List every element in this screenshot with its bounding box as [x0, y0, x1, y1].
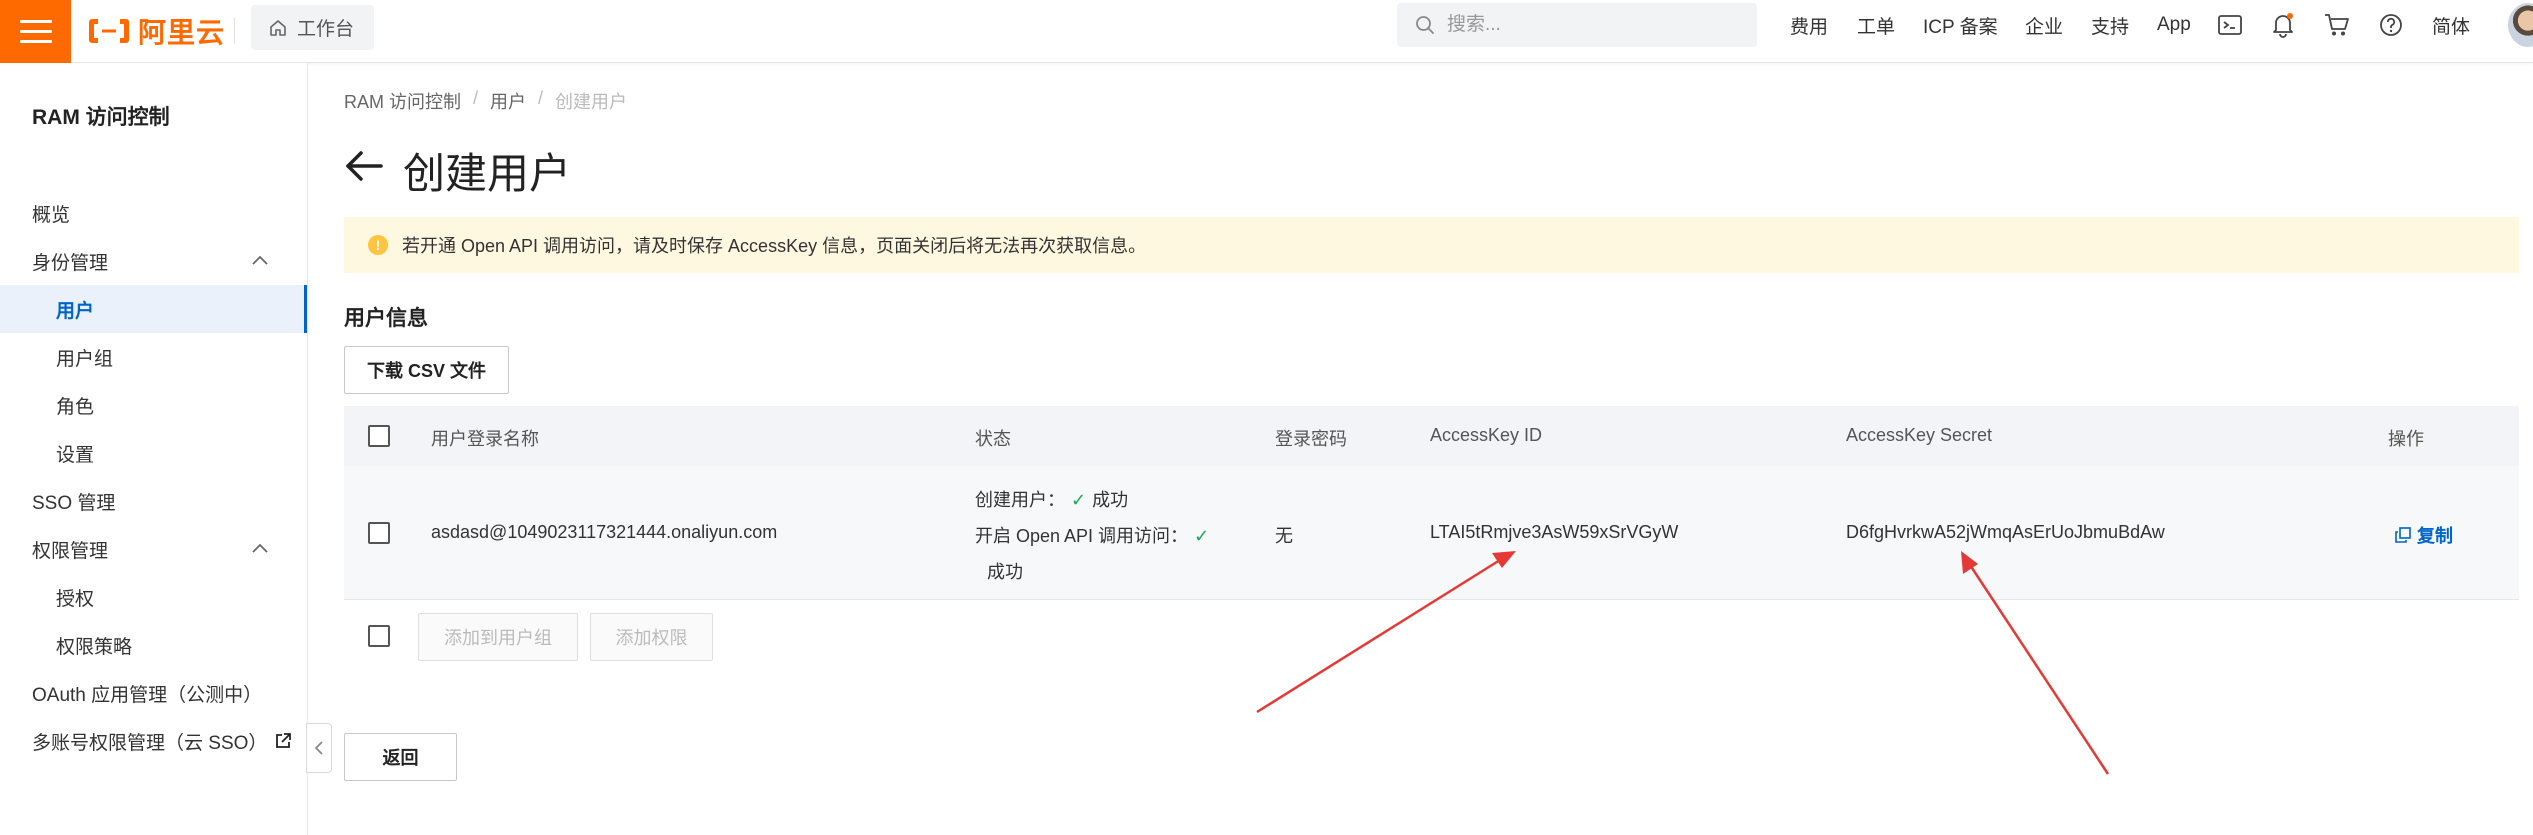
breadcrumb: RAM 访问控制 / 用户 / 创建用户 [344, 88, 627, 114]
nav-icp[interactable]: ICP 备案 [1923, 0, 1998, 50]
sidebar-item-roles[interactable]: 角色 [0, 381, 307, 429]
access-key-secret-cell: D6fgHvrkwA52jWmqAsErUoJbmuBdAw [1846, 522, 2165, 542]
sidebar-item-identity[interactable]: 身份管理 [0, 237, 307, 285]
sidebar-collapse-button[interactable] [306, 723, 332, 773]
sidebar-item-settings[interactable]: 设置 [0, 429, 307, 477]
aliyun-logo-icon [89, 19, 129, 43]
sidebar-item-users[interactable]: 用户 [0, 285, 307, 333]
sidebar-item-user-groups[interactable]: 用户组 [0, 333, 307, 381]
aliyun-logo[interactable]: 阿里云 [88, 13, 225, 49]
header-password: 登录密码 [1275, 429, 1347, 449]
copy-button[interactable]: 复制 [2395, 522, 2453, 548]
bell-icon[interactable] [2270, 12, 2296, 38]
add-to-group-button[interactable]: 添加到用户组 [418, 613, 578, 661]
header-status: 状态 [975, 429, 1011, 449]
table-header: 用户登录名称 状态 登录密码 AccessKey ID AccessKey Se… [344, 406, 2519, 466]
nav-billing[interactable]: 费用 [1790, 0, 1828, 50]
sidebar-title: RAM 访问控制 [32, 106, 170, 129]
sidebar-item-oauth[interactable]: OAuth 应用管理（公测中） [0, 669, 307, 717]
sidebar-item-sso[interactable]: SSO 管理 [0, 477, 307, 525]
sidebar-item-policies[interactable]: 权限策略 [0, 621, 307, 669]
add-permission-button[interactable]: 添加权限 [590, 613, 713, 661]
return-button[interactable]: 返回 [344, 733, 457, 781]
nav-enterprise[interactable]: 企业 [2025, 0, 2063, 50]
sidebar: RAM 访问控制 概览 身份管理 用户 用户组 角色 设置 SSO 管理 权限管… [0, 63, 308, 835]
menu-button[interactable] [0, 0, 71, 63]
help-icon[interactable] [2378, 12, 2404, 38]
sidebar-item-permissions[interactable]: 权限管理 [0, 525, 307, 573]
language-switch[interactable]: 简体 [2432, 0, 2470, 50]
alert-text: 若开通 Open API 调用访问，请及时保存 AccessKey 信息，页面关… [402, 236, 1147, 256]
nav-ticket[interactable]: 工单 [1857, 0, 1895, 50]
search-input[interactable] [1447, 14, 1727, 36]
hamburger-line [19, 30, 52, 33]
header-access-key-secret: AccessKey Secret [1846, 425, 1993, 445]
copy-icon [2395, 527, 2411, 543]
search-box[interactable] [1397, 3, 1757, 47]
table-row: asdasd@1049023117321444.onaliyun.com 创建用… [344, 466, 2519, 600]
breadcrumb-separator: / [473, 88, 479, 108]
sidebar-item-grants[interactable]: 授权 [0, 573, 307, 621]
breadcrumb-current: 创建用户 [555, 92, 628, 112]
search-icon [1416, 16, 1434, 34]
external-link-icon [276, 733, 292, 748]
header-login-name: 用户登录名称 [431, 429, 539, 449]
hamburger-line [19, 40, 52, 43]
row-checkbox[interactable] [368, 522, 390, 544]
terminal-icon[interactable] [2217, 12, 2243, 38]
status-api: 开启 Open API 调用访问： ✓ [975, 526, 1210, 546]
breadcrumb-separator: / [538, 88, 544, 108]
workbench-label: 工作台 [297, 19, 355, 40]
cart-icon[interactable] [2324, 12, 2350, 38]
breadcrumb-users[interactable]: 用户 [490, 88, 526, 114]
home-icon [270, 19, 286, 36]
access-key-id-cell: LTAI5tRmjve3AsW59xSrVGyW [1430, 522, 1679, 542]
nav-app[interactable]: App [2157, 0, 2191, 50]
chevron-up-icon [252, 543, 268, 553]
password-cell: 无 [1275, 526, 1293, 546]
page-title: 创建用户 [403, 150, 572, 197]
sidebar-item-overview[interactable]: 概览 [0, 189, 307, 237]
select-all-checkbox[interactable] [368, 425, 390, 447]
topbar-divider [234, 18, 235, 44]
download-csv-button[interactable]: 下载 CSV 文件 [344, 346, 509, 394]
breadcrumb-ram[interactable]: RAM 访问控制 [344, 88, 461, 114]
chevron-left-icon [314, 741, 323, 755]
login-name-cell: asdasd@1049023117321444.onaliyun.com [431, 522, 778, 542]
top-bar: 阿里云 工作台 费用 工单 ICP 备案 企业 支持 App 简体 [0, 0, 2533, 63]
section-title: 用户信息 [344, 307, 428, 330]
chevron-up-icon [252, 255, 268, 265]
header-actions: 操作 [2388, 429, 2424, 449]
warning-icon: ! [368, 235, 388, 255]
check-icon: ✓ [1194, 526, 1210, 546]
status-create: 创建用户： ✓ 成功 [975, 490, 1129, 510]
sidebar-item-cloud-sso[interactable]: 多账号权限管理（云 SSO） [0, 717, 307, 765]
check-icon: ✓ [1071, 490, 1087, 510]
header-access-key-id: AccessKey ID [1430, 425, 1543, 445]
back-arrow-icon[interactable] [344, 148, 384, 184]
status-api-value: 成功 [987, 562, 1023, 582]
user-avatar[interactable] [2508, 3, 2533, 47]
nav-support[interactable]: 支持 [2091, 0, 2129, 50]
logo-text: 阿里云 [138, 17, 226, 48]
warning-alert: ! 若开通 Open API 调用访问，请及时保存 AccessKey 信息，页… [344, 217, 2519, 273]
batch-select-checkbox[interactable] [368, 625, 390, 647]
workbench-button[interactable]: 工作台 [251, 5, 374, 50]
hamburger-line [19, 20, 52, 23]
